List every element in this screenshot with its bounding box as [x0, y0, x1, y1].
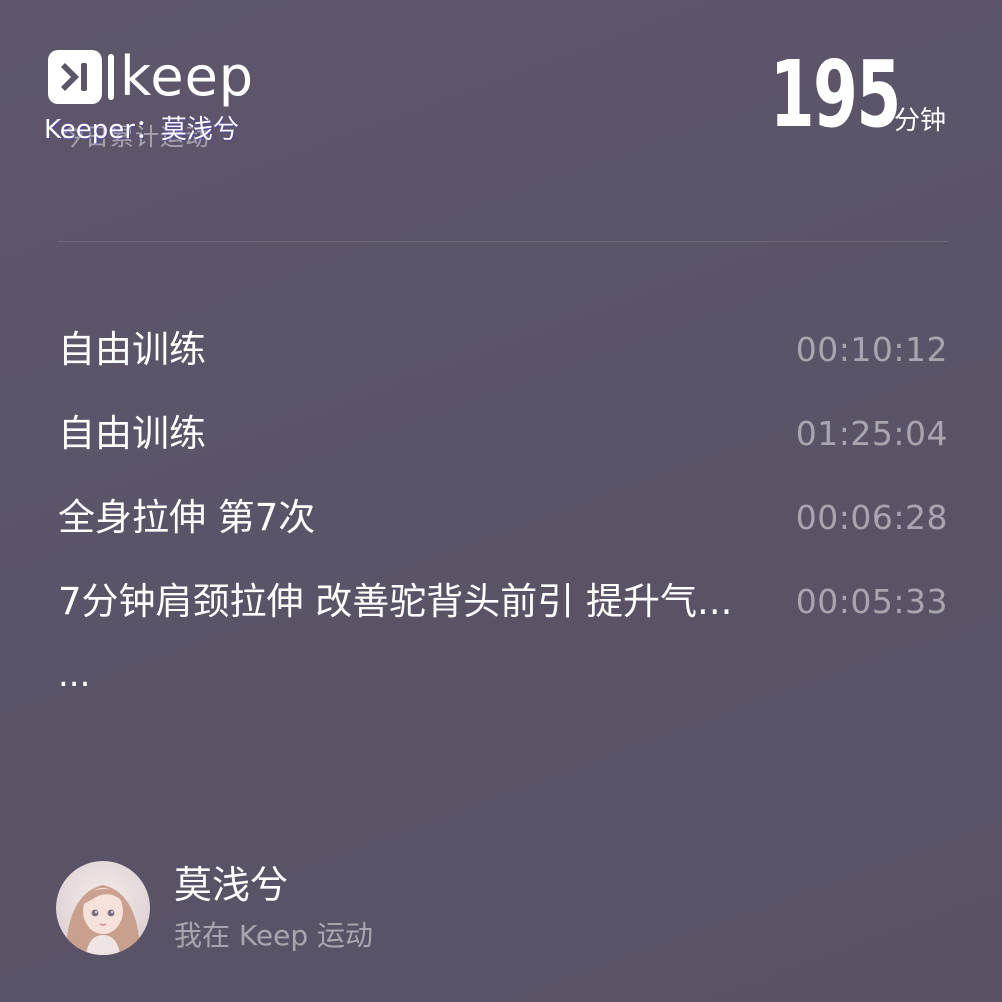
minutes-value: 195: [769, 41, 902, 148]
workout-name: 自由训练: [58, 328, 206, 371]
keep-logo-icon: [48, 50, 102, 104]
total-minutes: 195 分钟: [733, 41, 946, 148]
workout-list: 自由训练 00:10:12 自由训练 01:25:04 全身拉伸 第7次 00:…: [58, 308, 948, 644]
workout-name: 全身拉伸 第7次: [58, 496, 316, 539]
workout-row: 自由训练 01:25:04: [58, 392, 948, 476]
share-card: keep 今日累计运动 Keeper：莫浅兮 195 分钟 自由训练 00:10…: [0, 0, 1002, 1002]
keeper-name: Keeper：莫浅兮: [44, 115, 239, 145]
workout-row: 全身拉伸 第7次 00:06:28: [58, 476, 948, 560]
divider: [58, 241, 948, 242]
workout-duration: 00:05:33: [795, 582, 948, 621]
minutes-unit: 分钟: [893, 106, 946, 136]
workout-row: 自由训练 00:10:12: [58, 308, 948, 392]
brand-wordmark: keep: [120, 45, 255, 108]
user-avatar: [56, 861, 150, 955]
more-indicator: ...: [58, 655, 91, 695]
workout-name: 自由训练: [58, 412, 206, 455]
workout-duration: 00:10:12: [795, 330, 948, 369]
user-tagline: 我在 Keep 运动: [174, 919, 373, 952]
workout-name: 7分钟肩颈拉伸 改善驼背头前引 提升气...: [58, 580, 733, 623]
user-name: 莫浅兮: [174, 863, 289, 907]
brand-logo: keep: [48, 48, 254, 106]
workout-row: 7分钟肩颈拉伸 改善驼背头前引 提升气... 00:05:33: [58, 560, 948, 644]
logo-divider: [108, 54, 114, 100]
workout-duration: 01:25:04: [795, 414, 948, 453]
workout-duration: 00:06:28: [795, 498, 948, 537]
